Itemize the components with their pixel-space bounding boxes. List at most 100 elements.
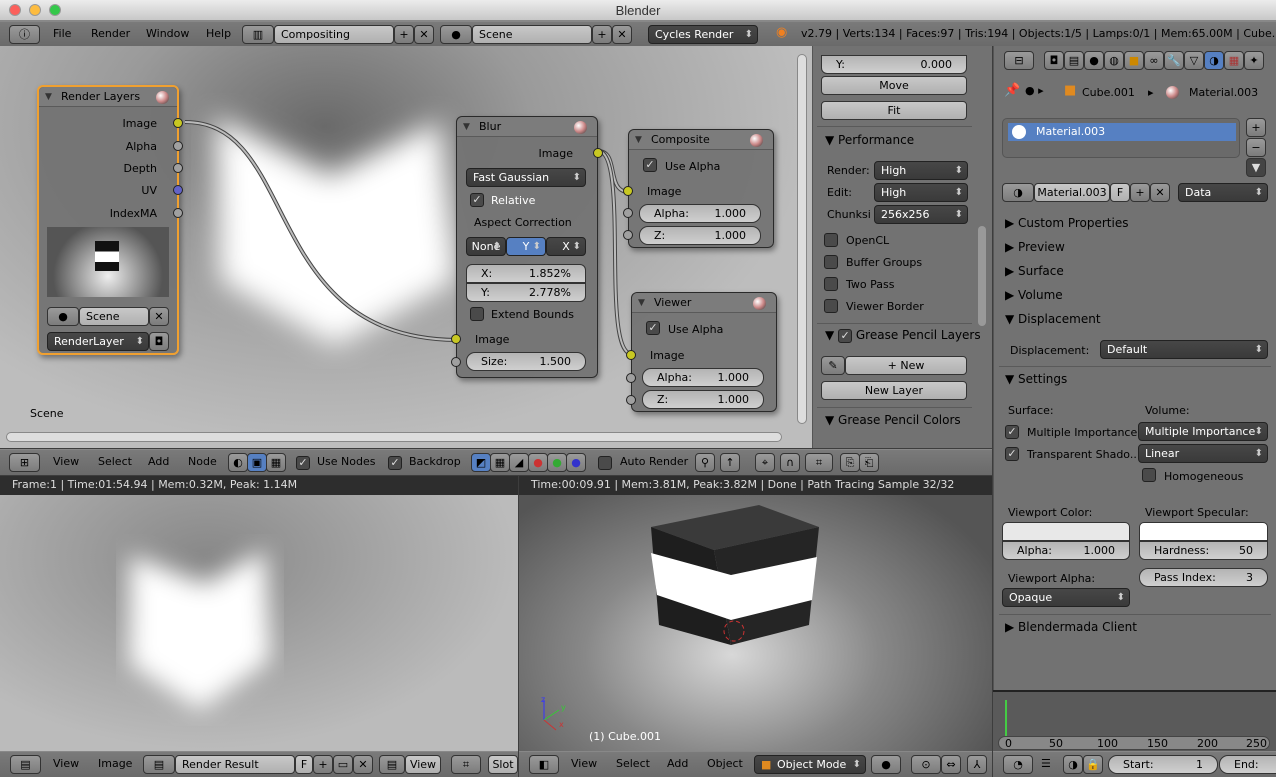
- slot-dropdown[interactable]: Slot: [488, 755, 518, 774]
- open-image-icon[interactable]: ▭: [333, 755, 353, 774]
- z-field[interactable]: Z: 1.000: [642, 390, 764, 409]
- volume-sampling-dropdown[interactable]: Multiple Importance: [1138, 422, 1268, 441]
- transparent-shadows-checkbox[interactable]: ✓: [1005, 447, 1019, 461]
- socket-image-in[interactable]: [626, 350, 636, 360]
- size-field[interactable]: Size: 1.500: [466, 352, 586, 371]
- browse-image-icon[interactable]: ▤: [143, 755, 175, 774]
- volume-interpolation-dropdown[interactable]: Linear: [1138, 444, 1268, 463]
- pivot-icon[interactable]: ⌗: [451, 755, 481, 774]
- viewport-alpha-value-field[interactable]: Alpha: 1.000: [1002, 541, 1130, 560]
- keying-icon[interactable]: ◑: [1063, 755, 1083, 774]
- new-material-icon[interactable]: +: [1130, 183, 1150, 202]
- slot-specials-icon[interactable]: ▼: [1246, 158, 1266, 177]
- editor-type-info-icon[interactable]: ⓘ: [9, 25, 40, 44]
- viewport-alpha-dropdown[interactable]: Opaque: [1002, 588, 1130, 607]
- material-link-dropdown[interactable]: Data: [1178, 183, 1268, 202]
- add-screen-icon[interactable]: +: [394, 25, 414, 44]
- menu-hamburger-icon[interactable]: ☰: [1041, 757, 1051, 770]
- socket-image-in[interactable]: [451, 334, 461, 344]
- two-pass-checkbox[interactable]: [824, 277, 838, 291]
- settings-panel[interactable]: ▼ Settings: [1005, 372, 1067, 386]
- menu-select[interactable]: Select: [616, 757, 650, 770]
- move-button[interactable]: Move: [821, 76, 967, 95]
- render-engine-dropdown[interactable]: Cycles Render: [648, 25, 758, 44]
- aspect-x-button[interactable]: X: [546, 237, 586, 256]
- preview-sphere-icon[interactable]: [753, 297, 766, 310]
- blendermada-client-panel[interactable]: ▶ Blendermada Client: [1005, 620, 1137, 634]
- parent-node-tree-icon[interactable]: ↑: [720, 453, 740, 472]
- preview-sphere-icon[interactable]: [574, 121, 587, 134]
- screen-layout-field[interactable]: Compositing: [274, 25, 394, 44]
- fake-user-button[interactable]: F: [295, 755, 313, 774]
- editor-type-image-icon[interactable]: ▤: [10, 755, 41, 774]
- node-blur[interactable]: Blur Image Fast Gaussian ✓ Relative Aspe…: [451, 116, 603, 378]
- alpha-field[interactable]: Alpha: 1.000: [639, 204, 761, 223]
- editor-type-timeline-icon[interactable]: ◔: [1003, 755, 1033, 774]
- auto-render-checkbox[interactable]: [598, 456, 612, 470]
- shader-nodes-icon[interactable]: ◐: [228, 453, 248, 472]
- minimize-window-button[interactable]: [29, 4, 41, 16]
- menu-view[interactable]: View: [53, 757, 79, 770]
- scene-field[interactable]: Scene: [79, 307, 149, 326]
- use-nodes-checkbox[interactable]: ✓: [296, 456, 310, 470]
- start-frame-field[interactable]: Start: 1: [1108, 755, 1218, 774]
- world-tab-icon[interactable]: ◍: [1104, 51, 1124, 70]
- preview-panel[interactable]: ▶ Preview: [1005, 240, 1065, 254]
- screen-layout-icon[interactable]: ▥: [242, 25, 274, 44]
- modifiers-tab-icon[interactable]: 🔧: [1164, 51, 1184, 70]
- socket-alpha-in[interactable]: [623, 208, 633, 218]
- displacement-panel[interactable]: ▼ Displacement: [1005, 312, 1101, 326]
- fit-button[interactable]: Fit: [821, 101, 967, 120]
- delete-screen-icon[interactable]: ✕: [414, 25, 434, 44]
- sidebar-scrollbar[interactable]: [978, 226, 986, 326]
- horizontal-scrollbar[interactable]: [6, 432, 782, 442]
- green-channel-icon[interactable]: ●: [547, 453, 567, 472]
- image-editor[interactable]: Frame:1 | Time:01:54.94 | Mem:0.32M, Pea…: [0, 476, 518, 751]
- texture-nodes-icon[interactable]: ▦: [266, 453, 286, 472]
- render-priority-dropdown[interactable]: High: [874, 161, 968, 180]
- backdrop-offset-y-field[interactable]: Y: 0.000: [821, 55, 967, 74]
- menu-add[interactable]: Add: [667, 757, 688, 770]
- texture-tab-icon[interactable]: ▦: [1224, 51, 1244, 70]
- material-slot-item[interactable]: Material.003: [1008, 123, 1236, 141]
- end-frame-field[interactable]: End:: [1219, 755, 1276, 774]
- remove-slot-icon[interactable]: −: [1246, 138, 1266, 157]
- snap-icon[interactable]: ⌖: [755, 453, 775, 472]
- new-grease-pencil-button[interactable]: + New: [845, 356, 967, 375]
- pencil-icon[interactable]: ✎: [821, 356, 845, 375]
- viewport-color-swatch[interactable]: [1002, 522, 1130, 541]
- menu-node[interactable]: Node: [188, 455, 217, 468]
- relative-checkbox[interactable]: ✓: [470, 193, 484, 207]
- vertical-scrollbar[interactable]: [797, 54, 807, 424]
- opencl-checkbox[interactable]: [824, 233, 838, 247]
- zoom-window-button[interactable]: [49, 4, 61, 16]
- backdrop-checkbox[interactable]: ✓: [388, 456, 402, 470]
- transform-manipulator-icon[interactable]: ⅄: [967, 755, 987, 774]
- preview-sphere-icon[interactable]: [156, 91, 169, 104]
- scene-icon[interactable]: ●: [440, 25, 472, 44]
- backdrop-color-icon[interactable]: ▦: [490, 453, 510, 472]
- render-tab-icon[interactable]: ◘: [1044, 51, 1064, 70]
- render-layer-dropdown[interactable]: RenderLayer: [47, 332, 149, 351]
- editor-type-3d-view-icon[interactable]: ◧: [529, 755, 559, 774]
- node-viewer[interactable]: Viewer ✓ Use Alpha Image Alpha:1.000 Z:1…: [626, 292, 777, 412]
- grease-pencil-colors-header[interactable]: ▼ Grease Pencil Colors: [825, 413, 961, 427]
- pass-index-field[interactable]: Pass Index: 3: [1139, 568, 1268, 587]
- z-field[interactable]: Z: 1.000: [639, 226, 761, 245]
- socket-image-out[interactable]: [173, 118, 183, 128]
- viewer-border-checkbox[interactable]: [824, 299, 838, 313]
- node-composite[interactable]: Composite ✓ Use Alpha Image Alpha:1.000 …: [623, 129, 774, 248]
- menu-image[interactable]: Image: [98, 757, 132, 770]
- chunksize-dropdown[interactable]: 256x256: [874, 205, 968, 224]
- viewport-shading-icon[interactable]: ●: [871, 755, 901, 774]
- menu-view[interactable]: View: [53, 455, 79, 468]
- socket-image-out[interactable]: [593, 148, 603, 158]
- add-scene-icon[interactable]: +: [592, 25, 612, 44]
- timeline[interactable]: 0 50 100 150 200 250: [993, 690, 1276, 751]
- view-dropdown[interactable]: View: [405, 755, 441, 774]
- editor-type-node-icon[interactable]: ⊞: [9, 453, 40, 472]
- paste-nodes-icon[interactable]: ⎗: [859, 453, 879, 472]
- menu-view[interactable]: View: [571, 757, 597, 770]
- scene-tab-icon[interactable]: ●: [1084, 51, 1104, 70]
- material-slot-list[interactable]: Material.003: [1002, 118, 1240, 158]
